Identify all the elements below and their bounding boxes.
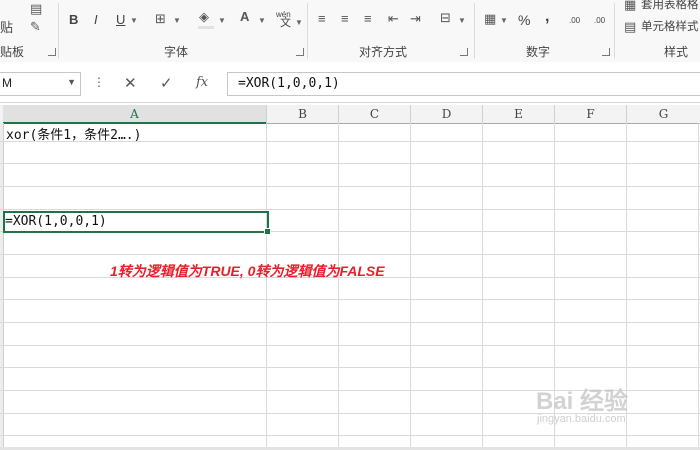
percent-button[interactable]: %	[518, 12, 530, 28]
column-header-c[interactable]: C	[339, 105, 411, 123]
italic-button[interactable]: I	[94, 12, 98, 28]
border-icon[interactable]: ⊞	[155, 12, 166, 26]
font-color-dropdown-icon[interactable]: ▼	[258, 16, 266, 25]
separator	[614, 3, 615, 59]
column-header-a[interactable]: A	[3, 105, 267, 124]
gridline	[0, 435, 700, 436]
gridline	[0, 186, 700, 187]
gridline	[266, 123, 267, 450]
font-color-icon[interactable]: A	[240, 10, 249, 24]
align-left-icon[interactable]: ≡	[318, 12, 326, 26]
format-as-table-button[interactable]: 套用表格格	[641, 0, 699, 13]
gridline	[0, 322, 700, 323]
format-painter-icon[interactable]: ▤	[30, 2, 42, 16]
worksheet-grid[interactable]: A B C D E F G xor(条件1，条件2….) =XOR(1,0,0,…	[0, 105, 700, 450]
currency-dropdown-icon[interactable]: ▼	[500, 16, 508, 25]
separator	[58, 3, 59, 59]
number-launcher[interactable]	[602, 48, 610, 56]
column-header-e[interactable]: E	[483, 105, 555, 123]
gridline	[0, 209, 700, 210]
separator	[307, 3, 308, 59]
gridline	[0, 345, 700, 346]
increase-indent-icon[interactable]: ⇥	[410, 12, 421, 26]
phonetic-dropdown-icon[interactable]: ▼	[295, 18, 303, 27]
column-header-f[interactable]: F	[555, 105, 627, 123]
paste-button[interactable]: 贴	[0, 20, 13, 36]
ribbon: ▤ ✎ 贴 贴板 B I U ▼ ⊞ ▼ ◈ ▼ A ▼ wén 文 ▼ 字体 …	[0, 0, 700, 63]
underline-dropdown-icon[interactable]: ▼	[130, 16, 138, 25]
table-format-icon[interactable]: ▦	[624, 0, 636, 12]
name-box-value: M	[2, 76, 12, 90]
border-dropdown-icon[interactable]: ▼	[173, 16, 181, 25]
insert-function-icon[interactable]: fx	[196, 75, 208, 90]
clipboard-launcher[interactable]	[48, 48, 56, 56]
brush-icon[interactable]: ✎	[30, 20, 41, 34]
formula-input[interactable]: =XOR(1,0,0,1)	[227, 72, 700, 96]
merge-center-icon[interactable]: ⊟	[440, 11, 451, 25]
decrease-indent-icon[interactable]: ⇤	[388, 12, 399, 26]
alignment-launcher[interactable]	[460, 48, 468, 56]
column-headers: A B C D E F G	[0, 105, 700, 124]
column-header-d[interactable]: D	[411, 105, 483, 123]
comma-button[interactable]: ,	[545, 9, 549, 25]
formula-bar: M ▼ ⋮ ✕ ✓ fx =XOR(1,0,0,1)	[0, 62, 700, 103]
group-label-alignment: 对齐方式	[359, 45, 408, 59]
group-label-styles: 样式	[664, 45, 689, 59]
cell-a5[interactable]: =XOR(1,0,0,1)	[5, 214, 107, 229]
fill-dropdown-icon[interactable]: ▼	[218, 16, 226, 25]
annotation-text: 1转为逻辑值为TRUE, 0转为逻辑值为FALSE	[110, 263, 385, 279]
cell-a1[interactable]: xor(条件1，条件2….)	[6, 124, 141, 143]
name-box[interactable]: M ▼	[0, 72, 81, 96]
cancel-icon[interactable]: ✕	[124, 74, 137, 92]
group-label-clipboard: 贴板	[0, 45, 25, 59]
align-right-icon[interactable]: ≡	[364, 12, 372, 26]
align-center-icon[interactable]: ≡	[341, 12, 349, 26]
cell-styles-button[interactable]: 单元格样式	[641, 19, 699, 35]
watermark-logo: Bai 经验	[536, 388, 629, 415]
decrease-decimal-button[interactable]: .00	[594, 13, 605, 29]
gridline	[0, 163, 700, 164]
column-header-b[interactable]: B	[267, 105, 339, 123]
more-options-icon[interactable]: ⋮	[93, 75, 105, 89]
enter-icon[interactable]: ✓	[160, 74, 173, 92]
column-header-g[interactable]: G	[627, 105, 700, 123]
gridline	[0, 254, 700, 255]
gridline	[338, 123, 339, 450]
gridline	[0, 367, 700, 368]
gridline	[0, 299, 700, 300]
gridline	[698, 123, 699, 450]
gridline	[482, 123, 483, 450]
watermark-url: jingyan.baidu.com	[537, 413, 626, 425]
underline-button[interactable]: U	[116, 12, 125, 28]
formula-text: =XOR(1,0,0,1)	[238, 76, 340, 91]
name-box-dropdown-icon[interactable]: ▼	[67, 77, 76, 87]
bold-button[interactable]: B	[69, 12, 78, 28]
group-label-font: 字体	[164, 45, 189, 59]
increase-decimal-button[interactable]: .00	[569, 13, 580, 29]
group-label-number: 数字	[526, 45, 551, 59]
font-launcher[interactable]	[296, 48, 304, 56]
phonetic-sub: 文	[280, 17, 291, 29]
fill-color-icon[interactable]: ◈	[199, 10, 209, 24]
fill-handle[interactable]	[264, 228, 271, 235]
merge-dropdown-icon[interactable]: ▼	[458, 16, 466, 25]
currency-icon[interactable]: ▦	[484, 12, 496, 26]
cell-styles-icon[interactable]: ▤	[624, 20, 636, 34]
fill-color-bar	[198, 26, 214, 29]
separator	[474, 3, 475, 59]
gridline	[410, 123, 411, 450]
row-headers[interactable]	[0, 123, 4, 450]
